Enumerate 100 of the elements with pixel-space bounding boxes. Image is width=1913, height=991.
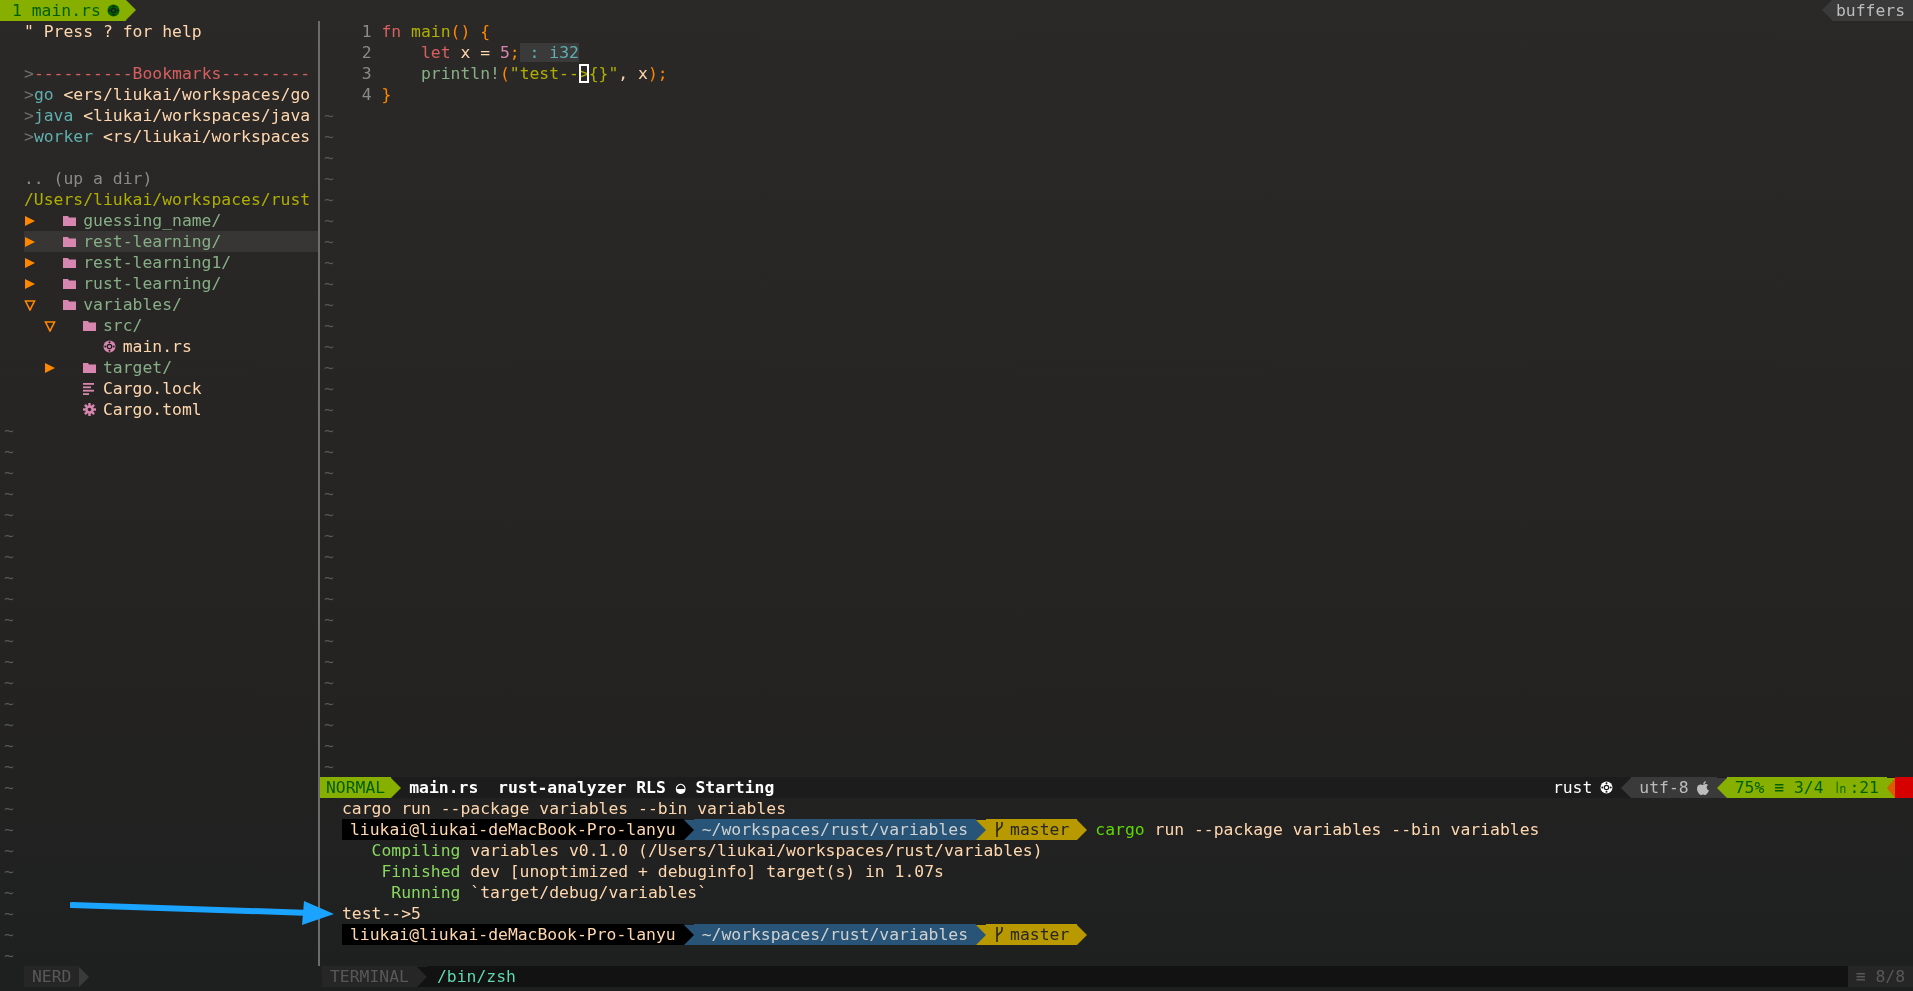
- tree-item-name: main.rs: [122, 336, 192, 357]
- empty-line-marker: ~: [3, 756, 15, 777]
- root-path: /Users/liukai/workspaces/rust: [24, 189, 311, 210]
- folder-icon: [63, 215, 77, 226]
- empty-line-marker: ~: [323, 105, 335, 126]
- bookmark-name[interactable]: worker: [33, 126, 94, 147]
- empty-line-marker: ~: [323, 294, 335, 315]
- branch-icon: [994, 822, 1005, 837]
- tree-row[interactable]: variables/: [24, 294, 318, 315]
- empty-line-marker: ~: [323, 441, 335, 462]
- terminal-line: Compiling variables v0.1.0 (/Users/liukai/workspaces/rust/variables): [370, 840, 1043, 861]
- empty-line-marker: ~: [3, 462, 15, 483]
- empty-line-marker: ~: [3, 882, 15, 903]
- empty-line-marker: ~: [323, 651, 335, 672]
- empty-line-marker: ~: [323, 546, 335, 567]
- prompt-path: ~/workspaces/rust/variables: [693, 819, 977, 840]
- empty-line-marker: ~: [323, 504, 335, 525]
- round-file-icon: [106, 4, 120, 17]
- folder-icon: [63, 299, 77, 310]
- prompt-user: liukai@liukai-deMacBook-Pro-lanyu: [342, 924, 684, 945]
- empty-line-marker: ~: [323, 273, 335, 294]
- empty-line-marker: ~: [323, 168, 335, 189]
- empty-line-marker: ~: [323, 567, 335, 588]
- empty-line-marker: ~: [323, 210, 335, 231]
- filetype-label: rust: [1544, 777, 1622, 798]
- empty-line-marker: ~: [3, 420, 15, 441]
- empty-line-marker: ~: [3, 924, 15, 945]
- tree-row[interactable]: guessing_name/: [24, 210, 318, 231]
- gear-icon: [83, 403, 97, 416]
- empty-line-marker: ~: [3, 483, 15, 504]
- prompt-path: ~/workspaces/rust/variables: [693, 924, 977, 945]
- tree-item-name: src/: [102, 315, 143, 336]
- tree-row[interactable]: src/: [24, 315, 318, 336]
- bookmark-name[interactable]: go: [33, 84, 54, 105]
- empty-line-marker: ~: [323, 672, 335, 693]
- empty-line-marker: ~: [323, 483, 335, 504]
- tree-item-name: Cargo.lock: [102, 378, 202, 399]
- tree-item-name: rest-learning1/: [83, 252, 232, 273]
- bookmark-marker: >: [24, 126, 34, 147]
- empty-line-marker: ~: [323, 525, 335, 546]
- tab[interactable]: 1 main.rs: [0, 0, 126, 21]
- powerline-separator: [391, 777, 402, 798]
- code-line: let x = 5; : i32: [419, 42, 579, 63]
- buffers-label: buffers: [1831, 0, 1913, 21]
- empty-line-marker: ~: [323, 420, 335, 441]
- round-file-icon: [1600, 781, 1614, 794]
- empty-line-marker: ~: [3, 441, 15, 462]
- empty-line-marker: ~: [3, 903, 15, 924]
- line-number: 1: [360, 21, 373, 42]
- encoding-label: utf-8: [1631, 777, 1717, 798]
- bookmark-name[interactable]: java: [33, 105, 74, 126]
- empty-line-marker: ~: [323, 357, 335, 378]
- terminal-line: cargo run --package variables --bin variables: [342, 798, 787, 819]
- line-number: 2: [360, 42, 373, 63]
- cursor-position: 75% ≡ 3/4 ㏑:21: [1726, 777, 1887, 798]
- empty-line-marker: ~: [3, 504, 15, 525]
- prompt-user: liukai@liukai-deMacBook-Pro-lanyu: [342, 819, 684, 840]
- tree-row[interactable]: target/: [24, 357, 318, 378]
- empty-line-marker: ~: [323, 399, 335, 420]
- powerline-separator: [125, 0, 136, 20]
- empty-line-marker: ~: [323, 378, 335, 399]
- folder-icon: [63, 236, 77, 247]
- tree-row[interactable]: rust-learning/: [24, 273, 318, 294]
- tree-row[interactable]: main.rs: [24, 336, 318, 357]
- empty-line-marker: ~: [3, 588, 15, 609]
- tree-row[interactable]: rest-learning1/: [24, 252, 318, 273]
- empty-line-marker: ~: [323, 630, 335, 651]
- tree-item-name: target/: [102, 357, 172, 378]
- empty-line-marker: ~: [323, 315, 335, 336]
- bookmark-path[interactable]: <rs/liukai/workspaces: [102, 126, 311, 147]
- empty-line-marker: ~: [323, 735, 335, 756]
- up-dir-link[interactable]: .. (up a dir): [24, 168, 153, 189]
- prompt-command: cargo run --package variables --bin variables: [1095, 819, 1540, 840]
- empty-line-marker: ~: [3, 714, 15, 735]
- tree-row[interactable]: Cargo.toml: [24, 399, 318, 420]
- tree-item-name: Cargo.toml: [102, 399, 202, 420]
- tree-item-name: rust-learning/: [83, 273, 222, 294]
- terminal-line: Finished dev [unoptimized + debuginfo] target(s) in 1.07s: [380, 861, 944, 882]
- tree-item-name: rest-learning/: [83, 231, 222, 252]
- empty-line-marker: ~: [323, 189, 335, 210]
- empty-line-marker: ~: [323, 126, 335, 147]
- tree-row[interactable]: rest-learning/: [24, 231, 318, 252]
- bookmark-path[interactable]: <ers/liukai/workspaces/go: [63, 84, 311, 105]
- status-file-info: main.rs rust-analyzer RLS ◒ Starting: [408, 777, 776, 798]
- line-number: 4: [360, 84, 373, 105]
- empty-line-marker: ~: [3, 546, 15, 567]
- empty-line-marker: ~: [323, 462, 335, 483]
- bookmark-marker: >: [24, 105, 34, 126]
- empty-line-marker: ~: [3, 861, 15, 882]
- empty-line-marker: ~: [3, 651, 15, 672]
- folder-icon: [83, 362, 97, 373]
- empty-line-marker: ~: [323, 147, 335, 168]
- folder-icon: [83, 320, 97, 331]
- bookmark-path[interactable]: <liukai/workspaces/java: [83, 105, 311, 126]
- apple-icon: [1696, 780, 1709, 795]
- empty-line-marker: ~: [3, 693, 15, 714]
- line-number: 3: [360, 63, 373, 84]
- empty-line-marker: ~: [323, 336, 335, 357]
- empty-line-marker: ~: [3, 798, 15, 819]
- tree-row[interactable]: Cargo.lock: [24, 378, 318, 399]
